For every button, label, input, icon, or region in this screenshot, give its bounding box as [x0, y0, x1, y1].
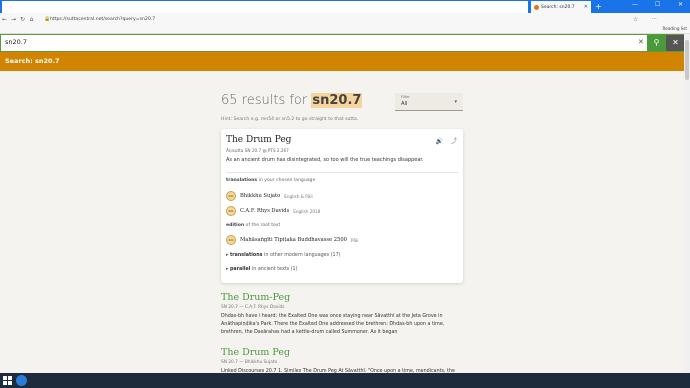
translator-name: Bhikkhu Sujato	[240, 193, 281, 199]
filter-label: Filter	[401, 95, 410, 99]
scrollbar[interactable]	[684, 34, 690, 373]
bookmarks-bar: Reading list	[0, 25, 690, 34]
result-title[interactable]: The Drum-Peg	[221, 292, 290, 303]
speaker-icon[interactable]: 🔊	[436, 138, 443, 145]
minimize-button[interactable]: —	[632, 1, 638, 8]
expand-triangle-icon: ▸	[226, 267, 229, 272]
edition-language: Pāli	[350, 237, 359, 243]
search-input[interactable]	[5, 38, 635, 46]
bookmark-star-icon[interactable]: ☆	[633, 16, 638, 23]
tab-title: Search: sn20.7	[541, 4, 575, 10]
translation-language: English & Pāli	[284, 193, 313, 199]
tab-blank[interactable]	[2, 1, 528, 13]
result-snippet: Dhdas-bh have i heard: the Exalted One w…	[221, 314, 445, 335]
translator-name: C.A.F. Rhys Davids	[240, 208, 290, 214]
results-heading: 65 results for sn20.7	[221, 93, 363, 108]
scroll-thumb[interactable]	[685, 40, 689, 80]
card-meta: Āṇisutta SN 20.7 ▤ PTS 2.267	[226, 148, 289, 153]
tab-bar: Search: sn20.7 ✕ + — ☐ ✕	[0, 0, 690, 13]
edition-badge-icon: ᨑᨑ	[226, 235, 236, 245]
window-close-button[interactable]: ✕	[678, 1, 683, 8]
sutta-card: The Drum Peg 🔊 ⤴ Āṇisutta SN 20.7 ▤ PTS …	[221, 129, 463, 283]
tab-close-icon[interactable]: ✕	[584, 4, 588, 10]
search-bar: ✕ ⚲ ✕	[0, 34, 685, 52]
parallels-toggle[interactable]: ▸ parallel in ancient texts (1)	[226, 267, 297, 272]
translation-badge-icon: ᨑᨑ	[226, 206, 236, 216]
taskbar	[0, 373, 690, 388]
result-title[interactable]: The Drum Peg	[221, 347, 290, 358]
new-tab-button[interactable]: +	[595, 2, 602, 11]
browser-menu-icon[interactable]: ⋯	[652, 16, 657, 22]
search-button[interactable]: ⚲	[647, 35, 666, 51]
divider	[226, 172, 458, 173]
edition-item[interactable]: ᨑᨑ Mahāsaṅgīti Tipiṭaka Buddhavasse 2500…	[226, 235, 358, 245]
home-icon[interactable]: ⌂	[27, 16, 36, 23]
translation-language: English 2018	[293, 208, 321, 214]
address-bar: ← → ↻ ⌂ 🔒 https://suttacentral.net/searc…	[0, 13, 690, 25]
edition-name: Mahāsaṅgīti Tipiṭaka Buddhavasse 2500	[240, 237, 347, 243]
tab-search[interactable]: Search: sn20.7 ✕	[531, 1, 591, 13]
card-description: As an ancient drum has disintegrated, so…	[226, 157, 424, 163]
translations-section-label: translations in your chosen language	[226, 178, 316, 183]
page-title: Search: sn20.7	[5, 57, 60, 65]
card-title[interactable]: The Drum Peg	[226, 135, 291, 145]
result-subtitle: SN 20.7 — Bhikkhu Sujato	[221, 360, 278, 365]
back-arrow-icon[interactable]: ←	[0, 16, 9, 23]
page-header: Search: sn20.7	[0, 52, 684, 71]
windows-start-icon[interactable]	[3, 376, 12, 385]
results-count: 65 results for	[221, 93, 312, 108]
translation-item[interactable]: ᨑᨑ C.A.F. Rhys Davids English 2018	[226, 206, 320, 216]
reading-list-button[interactable]: Reading list	[663, 26, 687, 31]
translation-badge-icon: ᨑᨑ	[226, 191, 236, 201]
reload-icon[interactable]: ↻	[18, 16, 27, 23]
filter-value: All	[401, 101, 408, 107]
other-translations-toggle[interactable]: ▸ translations in other modern languages…	[226, 253, 341, 258]
clear-search-icon[interactable]: ✕	[638, 38, 644, 46]
edge-browser-icon[interactable]	[16, 375, 27, 386]
translation-item[interactable]: ᨑᨑ Bhikkhu Sujato English & Pāli	[226, 191, 313, 201]
site-favicon-icon	[534, 4, 539, 10]
results-query: sn20.7	[311, 93, 363, 108]
result-subtitle: SN 20.7 — C.A.F. Rhys Davids	[221, 305, 285, 310]
search-hint: Hint: Search e.g. mn54 or sn5.2 to go st…	[221, 117, 359, 122]
url-field[interactable]: https://suttacentral.net/search?query=sn…	[50, 17, 155, 22]
forward-arrow-icon[interactable]: →	[9, 16, 18, 23]
filter-select[interactable]: Filter All ▾	[395, 93, 463, 111]
share-icon[interactable]: ⤴	[451, 138, 457, 145]
dropdown-arrow-icon: ▾	[454, 99, 457, 105]
expand-triangle-icon: ▸	[226, 253, 229, 258]
card-actions: 🔊 ⤴	[436, 136, 457, 145]
edition-section-label: edition of the root text	[226, 223, 281, 228]
close-search-button[interactable]: ✕	[666, 35, 685, 51]
maximize-button[interactable]: ☐	[655, 1, 660, 8]
